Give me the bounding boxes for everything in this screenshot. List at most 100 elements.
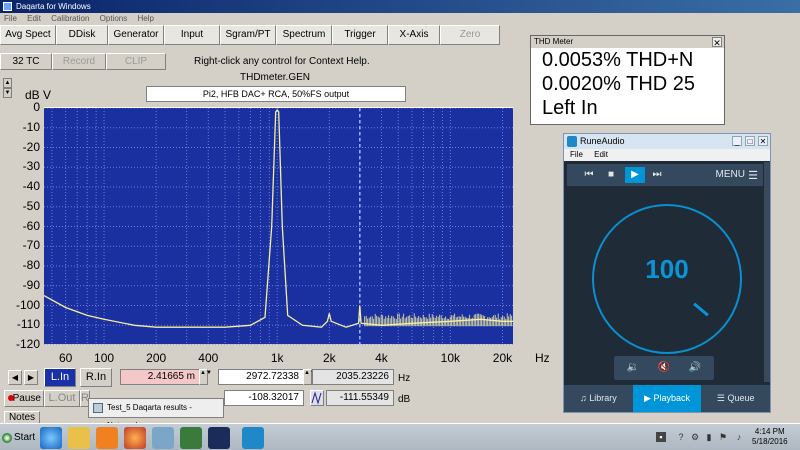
spectrum-plot[interactable]	[43, 107, 513, 346]
cursor-left-icon[interactable]: ◀	[8, 370, 22, 385]
y-tick-label-9: -90	[22, 277, 40, 292]
daqarta-taskbar-icon[interactable]	[180, 427, 202, 449]
mute-icon[interactable]: 🔇	[653, 360, 675, 376]
freq-readout[interactable]: 2972.72338	[218, 369, 304, 385]
pause-button[interactable]: Pause	[4, 390, 44, 407]
menu-edit[interactable]: Edit	[23, 13, 45, 24]
runeaudio-window: RuneAudio _ □ ✕ File Edit ⏮ ■ ▶ ⏭ MENU ☰…	[563, 133, 771, 413]
y-scroll-up-icon[interactable]: ▲	[3, 78, 12, 88]
ie-icon[interactable]	[40, 427, 62, 449]
pause-label: Pause	[12, 393, 41, 404]
taskbar-clock[interactable]: 4:14 PM 5/18/2016	[752, 427, 788, 447]
daqarta-app-icon	[3, 2, 12, 11]
nav-library[interactable]: ♫ Library	[564, 385, 633, 412]
app-icon-1[interactable]	[152, 427, 174, 449]
wave-icon[interactable]	[310, 390, 324, 406]
tab-ddisk[interactable]: DDisk	[56, 25, 108, 45]
volume-buttons: 🔉 🔇 🔊	[614, 356, 714, 380]
x-tick-label-6: 4k	[375, 351, 388, 365]
next-icon[interactable]: ⏭	[649, 167, 665, 183]
y-scroll-down-icon[interactable]: ▼	[3, 88, 12, 98]
notepad-thumbnail[interactable]: Test_5 Daqarta results - Notepad	[88, 398, 224, 430]
transport-controls: ⏮ ■ ▶ ⏭ MENU ☰	[567, 164, 763, 186]
thd-meter-title-bar: THD Meter ✕	[531, 36, 724, 48]
close-icon[interactable]: ✕	[758, 136, 768, 146]
x-tick-label-1: 100	[94, 351, 115, 365]
control-tabs: Avg Spect DDisk Generator Input Sgram/PT…	[0, 25, 500, 45]
cursor-right-icon[interactable]: ▶	[24, 370, 38, 385]
menu-options[interactable]: Options	[96, 13, 132, 24]
nav-playback[interactable]: ▶ Playback	[632, 385, 702, 412]
explorer-icon[interactable]	[68, 427, 90, 449]
thd-channel: Left In	[542, 97, 598, 119]
rune-scrollbar[interactable]	[764, 162, 770, 382]
clip-button[interactable]: CLIP	[106, 53, 166, 70]
tab-avg-spect[interactable]: Avg Spect	[0, 25, 56, 45]
tab-sgram-pt[interactable]: Sgram/PT	[220, 25, 276, 45]
runeaudio-taskbar-icon[interactable]	[242, 427, 264, 449]
context-help-text: Right-click any control for Context Help…	[194, 56, 370, 67]
menu-file[interactable]: File	[0, 13, 21, 24]
time-spinner-icon[interactable]: ▲▼	[199, 369, 212, 385]
rune-menu-edit[interactable]: Edit	[594, 150, 608, 159]
hamburger-icon[interactable]: ☰	[748, 169, 758, 182]
volume-up-icon[interactable]: 🔊	[684, 360, 706, 376]
tab-generator[interactable]: Generator	[108, 25, 164, 45]
x-axis-unit: Hz	[535, 351, 550, 365]
start-button[interactable]: Start	[2, 428, 35, 448]
library-icon: ♫	[579, 393, 590, 403]
spectrum-svg	[43, 107, 513, 346]
stop-icon[interactable]: ■	[603, 167, 619, 183]
previous-icon[interactable]: ⏮	[581, 167, 597, 183]
thd-meter-title: THD Meter	[534, 37, 574, 46]
rune-menu-file[interactable]: File	[570, 150, 583, 159]
menu-help[interactable]: Help	[133, 13, 157, 24]
nav-queue[interactable]: ☰ Queue	[701, 385, 770, 412]
play-icon[interactable]: ▶	[625, 167, 645, 183]
r-in-button[interactable]: R.In	[80, 368, 112, 387]
tab-zero[interactable]: Zero	[440, 25, 500, 45]
clock-time: 4:14 PM	[754, 427, 785, 436]
tab-input[interactable]: Input	[164, 25, 220, 45]
volume-dial[interactable]: 100	[592, 204, 742, 354]
tray-volume-icon[interactable]: ♪	[734, 432, 744, 442]
minimize-icon[interactable]: _	[732, 136, 742, 146]
comment-field[interactable]: Pi2, HFB DAC+ RCA, 50%FS output	[146, 86, 406, 102]
pause-indicator-icon	[8, 395, 14, 401]
l-in-button[interactable]: L.In	[44, 368, 76, 387]
window-title: Daqarta for Windows	[16, 2, 91, 11]
nav-playback-label: Playback	[653, 393, 690, 403]
maximize-icon[interactable]: □	[745, 136, 755, 146]
x-tick-label-0: 60	[58, 351, 73, 365]
close-icon[interactable]: ✕	[712, 37, 722, 48]
l-out-button[interactable]: L.Out	[44, 390, 80, 407]
volume-down-icon[interactable]: 🔉	[622, 360, 644, 376]
runeaudio-title-bar: RuneAudio _ □ ✕	[564, 134, 770, 149]
menu-calibration[interactable]: Calibration	[47, 13, 93, 24]
tab-spectrum[interactable]: Spectrum	[276, 25, 332, 45]
tray-flag-icon[interactable]: ⚑	[718, 432, 728, 442]
daqarta-title-bar: Daqarta for Windows	[0, 0, 800, 13]
tc-button[interactable]: 32 TC	[0, 53, 52, 70]
time-readout[interactable]: 2.41665 m	[120, 369, 200, 385]
rune-menu-label[interactable]: MENU	[716, 169, 745, 180]
tray-gear-icon[interactable]: ⚙	[690, 432, 700, 442]
app-icon-2[interactable]	[208, 427, 230, 449]
tab-trigger[interactable]: Trigger	[332, 25, 388, 45]
tray-help-icon[interactable]: ?	[676, 432, 686, 442]
rune-bottom-nav: ♫ Library ▶ Playback ☰ Queue	[564, 385, 770, 412]
x-tick-label-5: 2k	[322, 351, 336, 365]
record-button[interactable]: Record	[52, 53, 106, 70]
windows-orb-icon	[2, 433, 12, 443]
tab-x-axis[interactable]: X-Axis	[388, 25, 440, 45]
tray-network-icon[interactable]: ▮	[704, 432, 714, 442]
media-player-icon[interactable]	[96, 427, 118, 449]
queue-icon: ☰	[716, 393, 728, 403]
freq-spinner-icon[interactable]: ▲▼	[303, 369, 316, 385]
db-delta-readout: -111.55349	[326, 390, 394, 406]
db-readout[interactable]: -108.32017	[224, 390, 304, 406]
nav-queue-label: Queue	[727, 393, 755, 403]
volume-knob[interactable]	[693, 302, 709, 317]
firefox-icon[interactable]	[124, 427, 146, 449]
tray-box-icon[interactable]: ▪	[656, 432, 666, 442]
